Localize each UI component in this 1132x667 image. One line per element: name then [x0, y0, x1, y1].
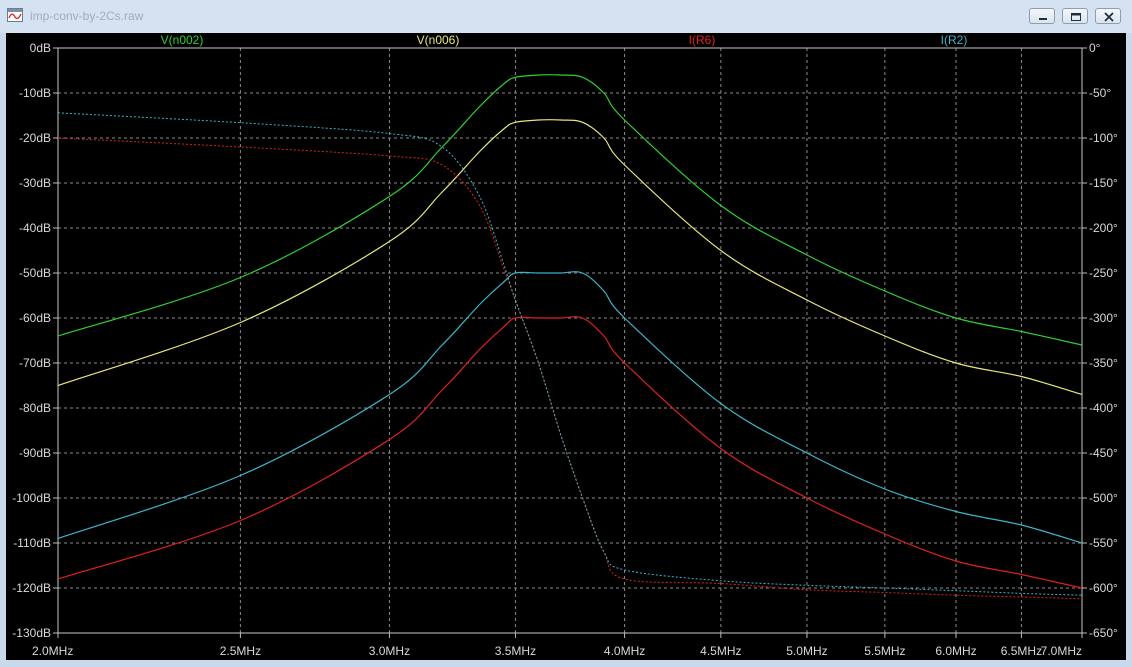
y-tick-label-left: -110dB	[13, 536, 51, 550]
x-tick-label: 5.0MHz	[786, 644, 827, 658]
x-tick-label: 5.5MHz	[864, 644, 905, 658]
x-tick-label: 2.5MHz	[220, 644, 261, 658]
x-tick-label: 4.0MHz	[604, 644, 645, 658]
plot-pane[interactable]: 2.0MHz 2.5MHz 3.0MHz 3.5MHz 4.0MHz 4.5MHz 5.0M…	[6, 33, 1126, 660]
y-tick-label-right: -300°	[1089, 311, 1118, 325]
y-tick-label-left: -60dB	[19, 311, 51, 325]
plot-frame	[57, 47, 1083, 634]
x-tick-label: 6.5MHz	[1001, 644, 1042, 658]
window-title: imp-conv-by-2Cs.raw	[30, 9, 144, 23]
y-tick-label-left: -80dB	[19, 401, 51, 415]
app-window: imp-conv-by-2Cs.raw 2.0MHz 2.5MHz 3.0MHz 3.…	[0, 0, 1132, 667]
x-tick-label: 2.0MHz	[32, 644, 73, 658]
maximize-icon	[1071, 13, 1081, 21]
y-tick-label-left: -30dB	[19, 176, 51, 190]
y-tick-label-left: -90dB	[19, 446, 51, 460]
y-tick-label-right: -50°	[1089, 86, 1111, 100]
maximize-button[interactable]	[1062, 8, 1088, 24]
y-tick-label-right: -450°	[1089, 446, 1118, 460]
y-tick-label-right: -400°	[1089, 401, 1118, 415]
series-i-r2-magnitude	[57, 271, 1083, 544]
series-v-n006-magnitude	[57, 119, 1083, 396]
y-tick-label-right: -550°	[1089, 536, 1118, 550]
x-tick-label: 6.0MHz	[935, 644, 976, 658]
y-tick-label-right: -150°	[1089, 176, 1118, 190]
waveform-icon	[7, 8, 23, 22]
legend-label: I(R2)	[941, 33, 968, 47]
legend-label: V(n002)	[161, 33, 204, 47]
close-button[interactable]	[1095, 8, 1121, 24]
y-tick-label-left: 0dB	[30, 41, 51, 55]
legend-label: I(R6)	[689, 33, 716, 47]
y-tick-label-left: -10dB	[19, 86, 51, 100]
y-tick-label-right: -650°	[1089, 626, 1118, 640]
y-tick-label-right: -200°	[1089, 221, 1118, 235]
y-tick-label-left: -40dB	[19, 221, 51, 235]
series-i-r6-magnitude	[57, 316, 1083, 589]
y-tick-label-left: -100dB	[12, 491, 51, 505]
y-tick-label-right: 0°	[1089, 41, 1101, 55]
x-tick-label: 3.5MHz	[495, 644, 536, 658]
y-tick-label-right: -600°	[1089, 581, 1118, 595]
y-tick-label-left: -70dB	[19, 356, 51, 370]
y-tick-label-right: -250°	[1089, 266, 1118, 280]
x-tick-label: 3.0MHz	[369, 644, 410, 658]
y-tick-label-left: -130dB	[12, 626, 51, 640]
series-v-n002-magnitude	[57, 74, 1083, 346]
legend-label: V(n006)	[417, 33, 460, 47]
y-tick-label-right: -350°	[1089, 356, 1118, 370]
y-tick-label-right: -100°	[1089, 131, 1118, 145]
minimize-icon	[1039, 18, 1047, 20]
minimize-button[interactable]	[1029, 8, 1055, 24]
y-tick-label-left: -50dB	[19, 266, 51, 280]
x-tick-label: 7.0MHz	[1041, 644, 1082, 658]
bode-plot[interactable]: 2.0MHz 2.5MHz 3.0MHz 3.5MHz 4.0MHz 4.5MHz 5.0M…	[6, 33, 1126, 660]
y-tick-label-right: -500°	[1089, 491, 1118, 505]
x-tick-label: 4.5MHz	[700, 644, 741, 658]
series-i-r6-phase	[57, 137, 1083, 600]
title-bar[interactable]: imp-conv-by-2Cs.raw	[0, 0, 1132, 33]
close-icon	[1104, 12, 1114, 22]
y-tick-label-left: -120dB	[12, 581, 51, 595]
y-tick-label-left: -20dB	[19, 131, 51, 145]
